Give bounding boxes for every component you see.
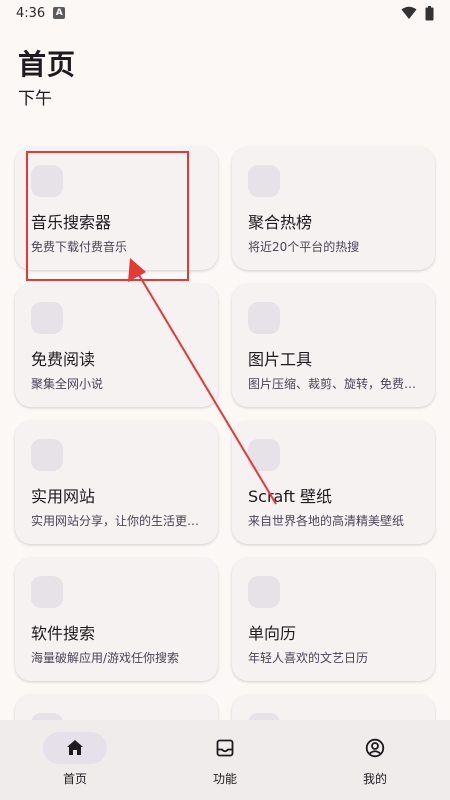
card-subtitle: 实用网站分享，让你的生活更… (31, 514, 200, 528)
card-image-tools[interactable]: 图片工具 图片压缩、裁剪、旋转，免费… (232, 284, 435, 407)
card-subtitle: 图片压缩、裁剪、旋转，免费… (248, 377, 417, 391)
battery-icon (425, 5, 434, 20)
wallpaper-icon (248, 439, 280, 471)
inbox-icon (216, 739, 234, 757)
nav-pill (343, 732, 407, 764)
account-circle-icon (365, 738, 385, 758)
card-music-search[interactable]: 音乐搜索器 免费下载付费音乐 (15, 147, 218, 270)
wifi-icon (401, 6, 417, 19)
card-scraft-wallpaper[interactable]: Scraft 壁纸 来自世界各地的高清精美壁纸 (232, 421, 435, 544)
notification-a-icon: A (53, 7, 66, 19)
page-subtitle: 下午 (18, 89, 52, 109)
card-useful-sites[interactable]: 实用网站 实用网站分享，让你的生活更… (15, 421, 218, 544)
nav-label: 功能 (212, 772, 237, 786)
card-title: Scraft 壁纸 (248, 487, 333, 506)
card-title: 图片工具 (248, 350, 313, 369)
status-time: 4:36 (16, 5, 46, 21)
card-subtitle: 来自世界各地的高清精美壁纸 (248, 514, 405, 528)
nav-label: 我的 (362, 772, 387, 786)
useful-sites-icon (31, 439, 63, 471)
card-subtitle: 年轻人喜欢的文艺日历 (248, 651, 369, 665)
card-title: 软件搜索 (31, 624, 96, 643)
reading-icon (31, 302, 63, 334)
card-title: 免费阅读 (31, 350, 96, 369)
music-search-icon (31, 165, 63, 197)
nav-home[interactable]: 首页 (0, 720, 150, 787)
card-subtitle: 将近20个平台的热搜 (248, 240, 360, 254)
header: 首页 下午 (18, 48, 76, 110)
card-title: 音乐搜索器 (31, 213, 112, 232)
calendar-icon (248, 576, 280, 608)
home-icon (67, 740, 83, 755)
card-subtitle: 海量破解应用/游戏任你搜索 (31, 651, 180, 665)
status-right (401, 5, 434, 21)
nav-features[interactable]: 功能 (150, 720, 300, 787)
software-search-icon (31, 576, 63, 608)
nav-pill (43, 732, 107, 764)
card-title: 聚合热榜 (248, 213, 313, 232)
bottom-navigation: 首页 功能 我的 (0, 720, 450, 800)
page-title: 首页 (18, 48, 77, 81)
nav-pill (193, 732, 257, 764)
card-subtitle: 聚集全网小说 (31, 377, 104, 391)
feature-grid: 音乐搜索器 免费下载付费音乐 聚合热榜 将近20个平台的热搜 免费阅读 聚集全网… (15, 147, 435, 745)
nav-label: 首页 (62, 772, 87, 786)
status-left: 4:36 A (16, 5, 66, 21)
card-software-search[interactable]: 软件搜索 海量破解应用/游戏任你搜索 (15, 558, 218, 681)
card-trending[interactable]: 聚合热榜 将近20个平台的热搜 (232, 147, 435, 270)
nav-profile[interactable]: 我的 (300, 720, 450, 787)
card-title: 实用网站 (31, 487, 96, 506)
card-subtitle: 免费下载付费音乐 (31, 240, 128, 254)
trending-icon (248, 165, 280, 197)
card-free-reading[interactable]: 免费阅读 聚集全网小说 (15, 284, 218, 407)
card-title: 单向历 (248, 624, 297, 643)
status-bar: 4:36 A (0, 0, 450, 26)
image-tools-icon (248, 302, 280, 334)
card-calendar[interactable]: 单向历 年轻人喜欢的文艺日历 (232, 558, 435, 681)
